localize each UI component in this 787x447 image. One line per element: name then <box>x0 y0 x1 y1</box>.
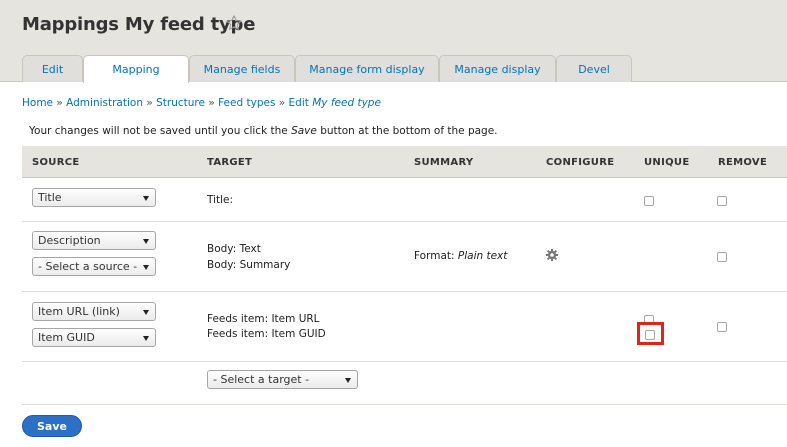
chevron-down-icon <box>143 196 149 201</box>
page-header: Mappings My feed type Edit Mapping Manag… <box>0 0 787 83</box>
breadcrumb-feed-types[interactable]: Feed types <box>218 97 275 109</box>
header-target: TARGET <box>207 157 253 168</box>
remove-checkbox[interactable] <box>717 322 727 332</box>
header-source: SOURCE <box>32 157 80 168</box>
target-label: Feeds item: Item GUID <box>207 328 326 340</box>
row-divider <box>22 404 787 405</box>
gear-icon[interactable] <box>545 248 559 262</box>
source-select[interactable]: Item URL (link) <box>32 302 156 321</box>
breadcrumb-separator: » <box>208 97 215 109</box>
breadcrumb: Home » Administration » Structure » Feed… <box>22 97 381 109</box>
row-divider <box>22 291 787 292</box>
target-label: Body: Text <box>207 243 261 255</box>
remove-checkbox[interactable] <box>717 196 727 206</box>
source-select[interactable]: Description <box>32 231 156 250</box>
chevron-down-icon <box>143 336 149 341</box>
header-configure: CONFIGURE <box>546 157 615 168</box>
row-divider <box>22 361 787 362</box>
row-divider <box>22 221 787 222</box>
breadcrumb-structure[interactable]: Structure <box>156 97 205 109</box>
source-select[interactable]: Item GUID <box>32 328 156 347</box>
tab-manage-display[interactable]: Manage display <box>439 55 556 82</box>
target-label: Feeds item: Item URL <box>207 313 320 325</box>
remove-checkbox[interactable] <box>717 252 727 262</box>
summary-text: Format: Plain text <box>414 250 508 262</box>
mapping-table-header: SOURCE TARGET SUMMARY CONFIGURE UNIQUE R… <box>22 146 787 178</box>
header-summary: SUMMARY <box>414 157 474 168</box>
header-unique: UNIQUE <box>644 157 690 168</box>
star-outline-icon[interactable] <box>225 14 243 32</box>
chevron-down-icon <box>345 378 351 383</box>
tab-manage-form-display[interactable]: Manage form display <box>295 55 439 82</box>
target-label: Body: Summary <box>207 259 291 271</box>
save-button[interactable]: Save <box>22 415 82 437</box>
unique-checkbox[interactable] <box>644 196 654 206</box>
breadcrumb-home[interactable]: Home <box>22 97 53 109</box>
tab-devel[interactable]: Devel <box>556 55 632 82</box>
highlight-box <box>637 322 664 345</box>
chevron-down-icon <box>143 265 149 270</box>
source-select[interactable]: Title <box>32 188 156 207</box>
chevron-down-icon <box>143 310 149 315</box>
tab-edit[interactable]: Edit <box>22 55 83 82</box>
breadcrumb-administration[interactable]: Administration <box>66 97 143 109</box>
target-select[interactable]: - Select a target - <box>207 370 358 389</box>
chevron-down-icon <box>143 239 149 244</box>
page-title: Mappings My feed type <box>22 14 256 35</box>
header-remove: REMOVE <box>718 157 768 168</box>
breadcrumb-separator: » <box>146 97 153 109</box>
breadcrumb-separator: » <box>278 97 286 109</box>
unsaved-changes-notice: Your changes will not be saved until you… <box>29 125 498 137</box>
breadcrumb-current: My feed type <box>312 97 381 109</box>
tab-mapping[interactable]: Mapping <box>83 55 189 83</box>
breadcrumb-edit[interactable]: Edit My feed type <box>289 97 381 109</box>
source-select[interactable]: - Select a source - <box>32 257 156 276</box>
tab-manage-fields[interactable]: Manage fields <box>189 55 295 82</box>
target-label: Title: <box>207 194 234 206</box>
breadcrumb-separator: » <box>56 97 63 109</box>
